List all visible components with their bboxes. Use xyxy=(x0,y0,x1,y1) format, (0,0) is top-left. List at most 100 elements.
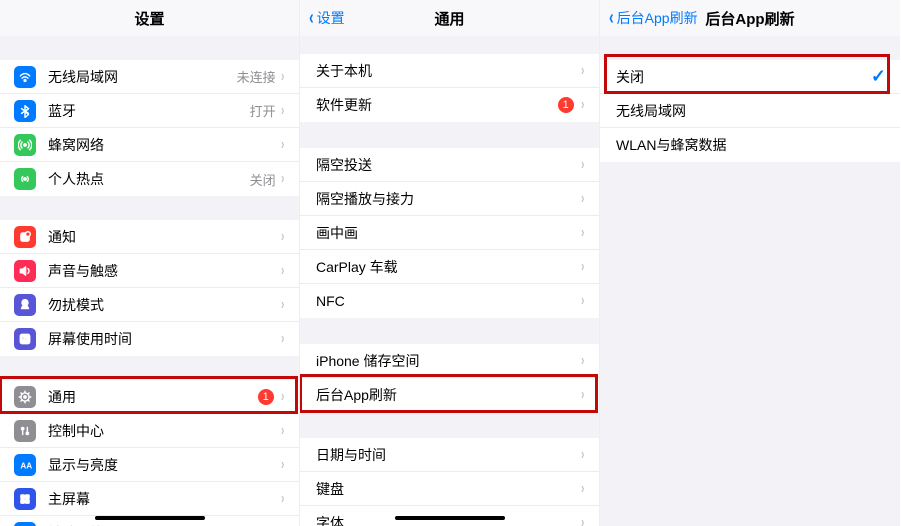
row-label: 无线局域网 xyxy=(616,101,886,121)
chevron-right-icon: › xyxy=(581,190,584,208)
control-icon xyxy=(14,420,36,442)
row-label: WLAN与蜂窝数据 xyxy=(616,135,886,155)
row-label: NFC xyxy=(316,293,580,309)
row-label: 蜂窝网络 xyxy=(48,135,280,155)
chevron-right-icon: › xyxy=(281,456,284,474)
row-label: 隔空投送 xyxy=(316,155,580,175)
row-label: 个人热点 xyxy=(48,169,250,189)
home-indicator xyxy=(395,516,505,520)
chevron-right-icon: › xyxy=(281,228,284,246)
nav-title: 后台App刷新 xyxy=(705,8,794,29)
general-row[interactable]: NFC› xyxy=(300,284,599,318)
nav-title: 设置 xyxy=(134,8,164,29)
chevron-right-icon: › xyxy=(581,352,584,370)
chevron-right-icon: › xyxy=(581,258,584,276)
background-refresh-panel: ‹ 后台App刷新 后台App刷新 关闭✓ 无线局域网 WLAN与蜂窝数据 xyxy=(600,0,900,526)
access-icon xyxy=(14,522,36,526)
settings-row-dnd[interactable]: 勿扰模式› xyxy=(0,288,299,322)
row-value: 打开 xyxy=(250,101,276,120)
screentime-icon xyxy=(14,328,36,350)
general-row[interactable]: 日期与时间› xyxy=(300,438,599,472)
settings-row-home[interactable]: 主屏幕› xyxy=(0,482,299,516)
chevron-left-icon: ‹ xyxy=(309,8,314,28)
row-label: 隔空播放与接力 xyxy=(316,189,580,209)
display-icon: AA xyxy=(14,454,36,476)
general-row[interactable]: 画中画› xyxy=(300,216,599,250)
row-label: CarPlay 车载 xyxy=(316,257,580,277)
nav-bar: 设置 xyxy=(0,0,299,36)
settings-row-screentime[interactable]: 屏幕使用时间› xyxy=(0,322,299,356)
general-row[interactable]: 隔空播放与接力› xyxy=(300,182,599,216)
settings-row-sound[interactable]: 声音与触感› xyxy=(0,254,299,288)
refresh-option-row[interactable]: WLAN与蜂窝数据 xyxy=(600,128,900,162)
dnd-icon xyxy=(14,294,36,316)
general-row[interactable]: 隔空投送› xyxy=(300,148,599,182)
row-label: 后台App刷新 xyxy=(316,385,580,405)
refresh-option-row[interactable]: 关闭✓ xyxy=(600,60,900,94)
general-row[interactable]: 键盘› xyxy=(300,472,599,506)
back-label: 后台App刷新 xyxy=(617,8,698,28)
settings-row-bluetooth[interactable]: 蓝牙打开› xyxy=(0,94,299,128)
settings-row-hotspot[interactable]: 个人热点关闭› xyxy=(0,162,299,196)
settings-row-control[interactable]: 控制中心› xyxy=(0,414,299,448)
general-row[interactable]: 关于本机› xyxy=(300,54,599,88)
row-label: 蓝牙 xyxy=(48,101,250,121)
row-label: 画中画 xyxy=(316,223,580,243)
row-label: 关闭 xyxy=(616,67,871,87)
general-panel: ‹ 设置 通用 关于本机›软件更新1›隔空投送›隔空播放与接力›画中画›CarP… xyxy=(300,0,600,526)
back-button[interactable]: ‹ 设置 xyxy=(308,0,345,36)
svg-text:AA: AA xyxy=(20,461,32,470)
general-row[interactable]: 软件更新1› xyxy=(300,88,599,122)
home-indicator xyxy=(95,516,205,520)
row-label: 键盘 xyxy=(316,479,580,499)
sound-icon xyxy=(14,260,36,282)
general-row[interactable]: CarPlay 车载› xyxy=(300,250,599,284)
chevron-right-icon: › xyxy=(581,480,584,498)
settings-row-display[interactable]: AA 显示与亮度› xyxy=(0,448,299,482)
row-label: 声音与触感 xyxy=(48,261,280,281)
chevron-right-icon: › xyxy=(281,68,284,86)
general-row[interactable]: iPhone 储存空间› xyxy=(300,344,599,378)
notify-icon xyxy=(14,226,36,248)
row-label: 显示与亮度 xyxy=(48,455,280,475)
chevron-right-icon: › xyxy=(281,422,284,440)
row-label: 辅助功能 xyxy=(48,523,280,526)
chevron-right-icon: › xyxy=(581,224,584,242)
row-label: 软件更新 xyxy=(316,95,558,115)
nav-bar: ‹ 后台App刷新 后台App刷新 xyxy=(600,0,900,36)
chevron-right-icon: › xyxy=(581,96,584,114)
back-button[interactable]: ‹ 后台App刷新 xyxy=(608,0,698,36)
home-icon xyxy=(14,488,36,510)
settings-row-notify[interactable]: 通知› xyxy=(0,220,299,254)
row-label: 屏幕使用时间 xyxy=(48,329,280,349)
row-label: 无线局域网 xyxy=(48,67,237,87)
settings-row-general[interactable]: 通用1› xyxy=(0,380,299,414)
cellular-icon xyxy=(14,134,36,156)
settings-row-cellular[interactable]: 蜂窝网络› xyxy=(0,128,299,162)
back-label: 设置 xyxy=(317,8,345,28)
row-label: 通知 xyxy=(48,227,280,247)
chevron-right-icon: › xyxy=(581,292,584,310)
chevron-left-icon: ‹ xyxy=(609,8,614,28)
chevron-right-icon: › xyxy=(281,136,284,154)
row-label: 主屏幕 xyxy=(48,489,280,509)
chevron-right-icon: › xyxy=(281,330,284,348)
nav-title: 通用 xyxy=(434,8,464,29)
chevron-right-icon: › xyxy=(581,514,584,526)
bluetooth-icon xyxy=(14,100,36,122)
chevron-right-icon: › xyxy=(581,62,584,80)
row-value: 关闭 xyxy=(250,170,276,189)
row-label: iPhone 储存空间 xyxy=(316,351,580,371)
chevron-right-icon: › xyxy=(581,386,584,404)
general-icon xyxy=(14,386,36,408)
row-label: 通用 xyxy=(48,387,258,407)
chevron-right-icon: › xyxy=(281,262,284,280)
settings-row-wifi[interactable]: 无线局域网未连接› xyxy=(0,60,299,94)
badge-icon: 1 xyxy=(258,389,274,405)
chevron-right-icon: › xyxy=(581,446,584,464)
row-label: 关于本机 xyxy=(316,61,580,81)
refresh-option-row[interactable]: 无线局域网 xyxy=(600,94,900,128)
row-label: 勿扰模式 xyxy=(48,295,280,315)
general-row[interactable]: 后台App刷新› xyxy=(300,378,599,412)
chevron-right-icon: › xyxy=(281,490,284,508)
